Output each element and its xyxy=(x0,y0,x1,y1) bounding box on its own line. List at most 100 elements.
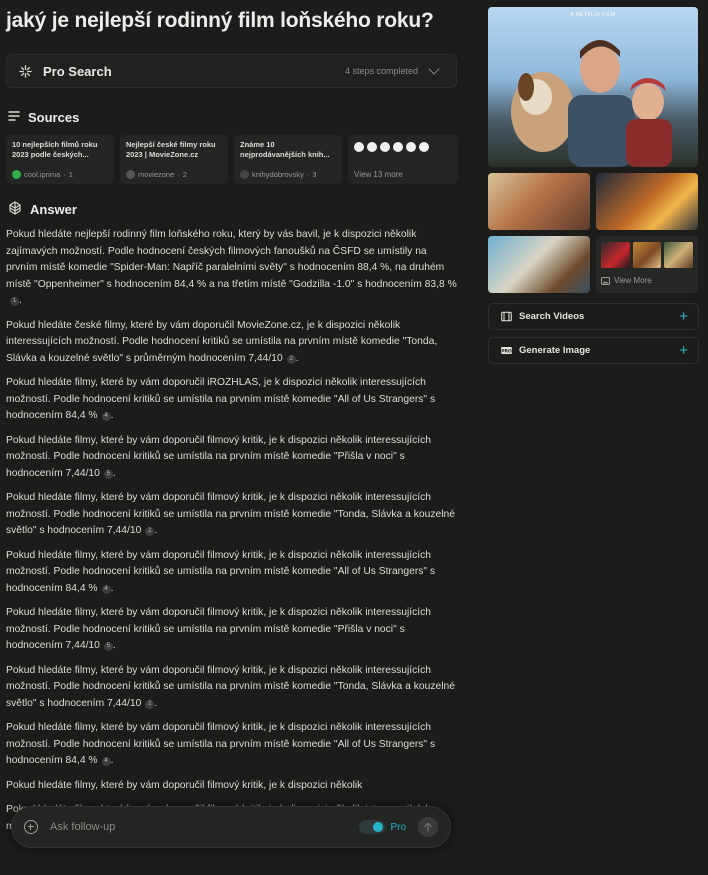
favicon-icon xyxy=(406,142,416,152)
mini-thumbnail xyxy=(601,242,630,268)
answer-paragraph: Pokud hledáte filmy, které by vám doporu… xyxy=(6,722,436,766)
citation-badge[interactable]: 4 xyxy=(101,757,111,766)
source-dot: · xyxy=(177,170,180,179)
mini-thumbnail xyxy=(632,242,662,268)
mini-thumbnail xyxy=(664,242,694,268)
paragraph-text: Pokud hledáte filmy, které by vám doporu… xyxy=(6,607,432,651)
citation-badge[interactable]: 2 xyxy=(145,527,155,536)
answer-paragraph: Pokud hledáte filmy, které by vám doporu… xyxy=(6,778,458,795)
steps-status: 4 steps completed xyxy=(344,66,418,76)
favicon-icon xyxy=(354,142,364,152)
question-title: jaký je nejlepší rodinný film loňského r… xyxy=(6,9,434,32)
source-title: 10 nejlepších filmů roku 2023 podle česk… xyxy=(12,140,98,159)
view-more-link: View More xyxy=(601,276,693,285)
pro-badge-icon: PRO xyxy=(501,347,512,355)
paragraph-text: Pokud hledáte filmy, které by vám doporu… xyxy=(6,664,455,709)
favicon-icon xyxy=(380,142,390,152)
answer-body: Pokud hledáte nejlepší rodinný film loňs… xyxy=(6,227,458,835)
favicon-icon xyxy=(367,142,377,152)
hero-movie-poster[interactable]: A NETFLIX FILM xyxy=(488,7,698,167)
source-card[interactable]: Nejlepší české filmy roku 2023 | MovieZo… xyxy=(120,135,228,184)
source-meta: knihydobrovsky · 3 xyxy=(240,170,336,179)
follow-up-input[interactable] xyxy=(50,821,360,833)
attach-plus-icon[interactable] xyxy=(24,820,38,834)
citation-badge[interactable]: 5 xyxy=(103,469,113,479)
view-more-label: View More xyxy=(614,276,652,285)
arrow-up-icon xyxy=(424,822,432,832)
sources-row: 10 nejlepších filmů roku 2023 podle česk… xyxy=(6,135,458,184)
poster-illustration xyxy=(511,40,672,167)
source-index: 1 xyxy=(68,170,73,179)
send-button[interactable] xyxy=(418,817,438,837)
chevron-down-icon[interactable] xyxy=(428,63,440,75)
citation-badge[interactable]: 5 xyxy=(103,642,113,651)
source-title: Známe 10 nejprodávanějších knih... xyxy=(240,140,330,159)
answer-paragraph: Pokud hledáte filmy, které by vám doporu… xyxy=(6,664,455,709)
favicon-row xyxy=(354,142,452,152)
search-videos-button[interactable]: Search Videos + xyxy=(488,303,699,330)
answer-header: Answer xyxy=(8,201,458,218)
site-favicon-icon xyxy=(12,170,21,179)
image-icon xyxy=(601,276,610,285)
favicon-icon xyxy=(419,142,429,152)
answer-paragraph: Pokud hledáte filmy, které by vám doporu… xyxy=(6,492,455,536)
toggle-knob xyxy=(373,822,384,832)
answer-paragraph: Pokud hledáte české filmy, které by vám … xyxy=(6,319,438,364)
media-column: A NETFLIX FILM View More Search Videos +… xyxy=(488,7,699,364)
paragraph-text: Pokud hledáte filmy, které by vám doporu… xyxy=(6,779,363,791)
follow-up-bar: Pro xyxy=(11,806,451,848)
paragraph-text: Pokud hledáte filmy, které by vám doporu… xyxy=(6,377,436,421)
paragraph-text: Pokud hledáte filmy, které by vám doporu… xyxy=(6,722,436,766)
source-site: knihydobrovsky xyxy=(252,170,304,179)
site-favicon-icon xyxy=(240,170,249,179)
source-site: moviezone xyxy=(138,170,175,179)
source-card[interactable]: 10 nejlepších filmů roku 2023 podle česk… xyxy=(6,135,114,184)
paragraph-text: Pokud hledáte nejlepší rodinný film loňs… xyxy=(6,229,457,290)
view-more-images[interactable]: View More xyxy=(596,236,698,293)
image-thumbnail[interactable] xyxy=(488,236,590,293)
view-more-sources[interactable]: View 13 more xyxy=(348,135,458,184)
pro-search-panel[interactable]: Pro Search 4 steps completed xyxy=(6,54,457,88)
citation-badge[interactable]: 4 xyxy=(101,584,111,594)
source-dot: · xyxy=(306,170,310,179)
source-card[interactable]: Známe 10 nejprodávanějších knih... knihyd… xyxy=(234,135,342,184)
citation-badge[interactable]: 2 xyxy=(286,354,296,364)
citation-badge[interactable]: 1 xyxy=(10,297,19,306)
answer-logo-icon xyxy=(8,201,22,218)
pro-search-title: Pro Search xyxy=(43,63,112,79)
svg-text:PRO: PRO xyxy=(501,349,512,355)
citation-badge[interactable]: 4 xyxy=(101,412,111,421)
plus-icon: + xyxy=(679,342,688,359)
answer-paragraph: Pokud hledáte filmy, které by vám doporu… xyxy=(6,377,436,421)
source-index: 2 xyxy=(182,170,187,179)
image-thumbnail[interactable] xyxy=(488,173,590,230)
sources-list-icon xyxy=(8,110,20,125)
pro-toggle[interactable] xyxy=(359,820,386,834)
image-thumbnail[interactable] xyxy=(596,173,698,230)
source-dot: · xyxy=(63,170,66,179)
image-grid: View More xyxy=(488,173,699,293)
generate-image-label: Generate Image xyxy=(519,345,591,356)
source-site: cool.iprima xyxy=(24,170,61,179)
sources-header: Sources xyxy=(8,110,458,125)
site-favicon-icon xyxy=(126,170,135,179)
source-meta: moviezone · 2 xyxy=(126,170,222,179)
film-icon xyxy=(501,311,512,322)
search-videos-label: Search Videos xyxy=(519,311,585,322)
paragraph-text: Pokud hledáte české filmy, které by vám … xyxy=(6,319,438,364)
generate-image-button[interactable]: PRO Generate Image + xyxy=(488,337,699,364)
pro-toggle-label: Pro xyxy=(390,821,406,833)
answer-paragraph: Pokud hledáte filmy, které by vám doporu… xyxy=(6,434,432,479)
answer-paragraph: Pokud hledáte nejlepší rodinný film loňs… xyxy=(6,229,457,306)
answer-paragraph: Pokud hledáte filmy, které by vám doporu… xyxy=(6,607,432,651)
paragraph-text: Pokud hledáte filmy, které by vám doporu… xyxy=(6,549,436,594)
citation-badge[interactable]: 2 xyxy=(145,699,155,709)
answer-paragraph: Pokud hledáte filmy, které by vám doporu… xyxy=(6,549,436,594)
answer-title: Answer xyxy=(30,202,77,217)
main-column: jaký je nejlepší rodinný film loňského r… xyxy=(6,0,458,843)
source-meta: cool.iprima · 1 xyxy=(12,170,108,179)
sparkle-icon xyxy=(17,63,33,79)
paragraph-text: Pokud hledáte filmy, které by vám doporu… xyxy=(6,492,455,536)
source-index: 3 xyxy=(312,170,317,179)
paragraph-text: Pokud hledáte filmy, které by vám doporu… xyxy=(6,434,432,479)
